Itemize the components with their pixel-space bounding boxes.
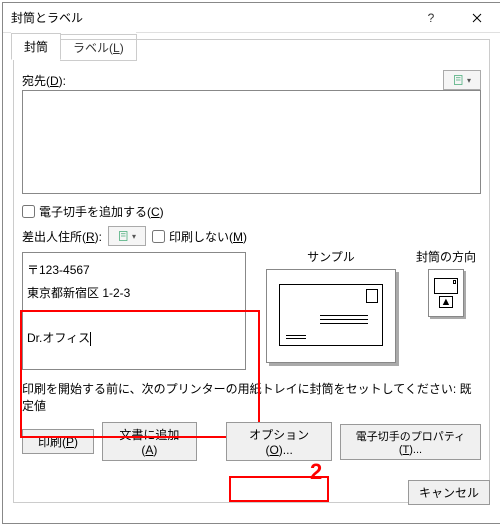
noprint-checkbox[interactable]: 印刷しない(M) bbox=[152, 228, 247, 245]
callout-2: 2 bbox=[310, 459, 322, 485]
dropdown-icon: ▾ bbox=[132, 232, 136, 241]
print-button[interactable]: 印刷(P) bbox=[22, 429, 94, 454]
noprint-checkbox-input[interactable] bbox=[152, 230, 165, 243]
address-book-icon bbox=[453, 74, 465, 86]
orientation-label: 封筒の方向 bbox=[416, 248, 476, 265]
window-title: 封筒とラベル bbox=[3, 9, 83, 26]
address-book-button[interactable]: ▾ bbox=[443, 70, 481, 90]
close-icon bbox=[472, 13, 482, 23]
tab-panel: 宛先(D): ▾ 電子切手を追加する(C) bbox=[13, 39, 490, 503]
titlebar: 封筒とラベル ? bbox=[3, 3, 500, 33]
cancel-button[interactable]: キャンセル bbox=[408, 480, 490, 505]
feed-arrow-icon: ▲ bbox=[439, 296, 453, 308]
orientation-button[interactable]: ▲ bbox=[428, 269, 464, 317]
orientation-icon bbox=[434, 278, 458, 294]
help-button[interactable]: ? bbox=[408, 3, 454, 33]
envelope-preview-icon bbox=[279, 284, 383, 346]
add-estamp-label: 電子切手を追加する(C) bbox=[39, 203, 164, 220]
recipient-address-input[interactable] bbox=[22, 90, 481, 194]
add-estamp-checkbox[interactable]: 電子切手を追加する(C) bbox=[22, 203, 481, 220]
add-to-document-button[interactable]: 文書に追加(A) bbox=[102, 422, 197, 461]
recipient-label: 宛先(D): bbox=[22, 72, 66, 89]
printer-note: 印刷を開始する前に、次のプリンターの用紙トレイに封筒をセットしてください: 既定… bbox=[22, 380, 481, 414]
close-button[interactable] bbox=[454, 3, 500, 33]
sample-label: サンプル bbox=[307, 248, 355, 265]
sender-label: 差出人住所(R): bbox=[22, 228, 102, 245]
address-book-icon bbox=[118, 230, 130, 242]
noprint-label: 印刷しない(M) bbox=[169, 228, 247, 245]
sender-address-book-button[interactable]: ▾ bbox=[108, 226, 146, 246]
dropdown-icon: ▾ bbox=[467, 76, 471, 85]
add-estamp-checkbox-input[interactable] bbox=[22, 205, 35, 218]
estamp-properties-button[interactable]: 電子切手のプロパティ(T)... bbox=[340, 424, 481, 460]
sample-preview[interactable] bbox=[266, 269, 396, 363]
options-button[interactable]: オプション(O)... bbox=[226, 422, 332, 461]
envelopes-labels-dialog: 封筒とラベル ? 封筒 ラベル(L) 宛先(D): ▾ bbox=[3, 3, 500, 523]
sender-address-input[interactable]: 〒123-4567 東京都新宿区 1-2-3 Dr.オフィス bbox=[22, 252, 246, 370]
tab-envelope[interactable]: 封筒 bbox=[11, 33, 61, 60]
